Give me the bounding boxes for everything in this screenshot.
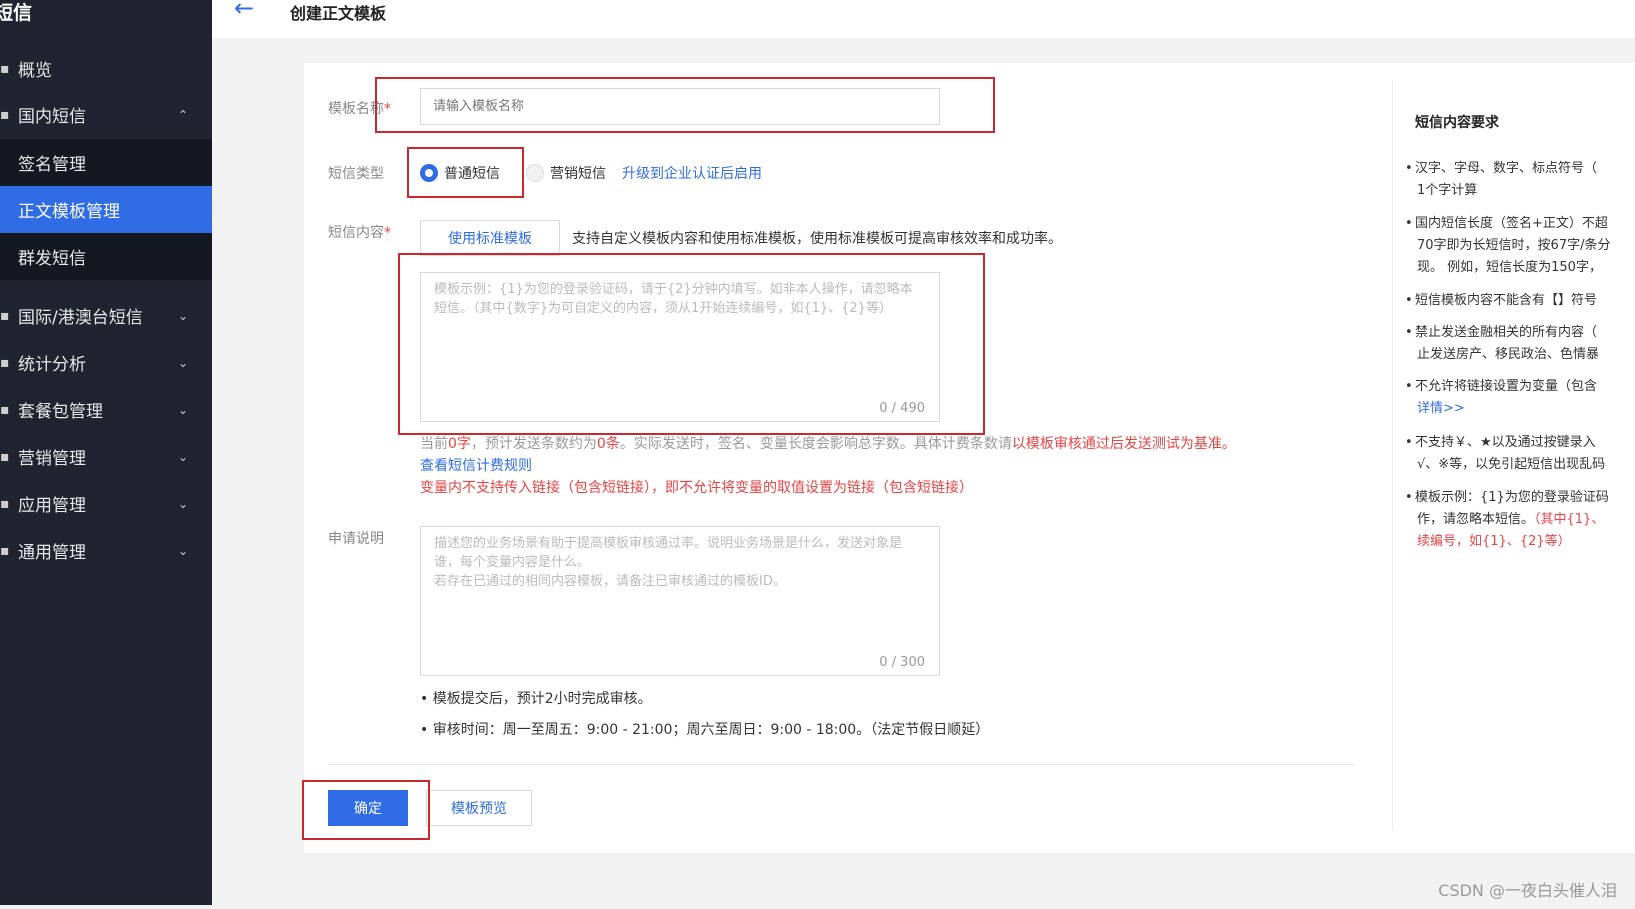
sidebar-item-packages[interactable]: ▪ 套餐包管理 ⌄	[0, 386, 212, 433]
sidebar-item-signature[interactable]: 签名管理	[0, 139, 212, 186]
sidebar-item-label: 概览	[18, 61, 52, 81]
sidebar-item-label: 通用管理	[18, 543, 86, 563]
sidebar-item-general[interactable]: ▪ 通用管理 ⌄	[0, 527, 212, 574]
radio-label: 营销短信	[550, 166, 606, 182]
requirement-item: • 模板示例：{1}为您的登录验证码 作，请忽略本短信。（其中{1}、 续编号，如…	[1405, 490, 1609, 549]
requirement-item: • 禁止发送金融相关的所有内容（ 止发送房产、移民政治、色情暴	[1405, 325, 1600, 362]
sidebar-title: 短信	[0, 2, 33, 24]
requirement-item: • 汉字、字母、数字、标点符号（ 1个字计算	[1405, 161, 1598, 198]
globe-icon: ▪	[0, 307, 10, 324]
sidebar-item-label: 营销管理	[18, 449, 86, 469]
sidebar-item-apps[interactable]: ▪ 应用管理 ⌄	[0, 480, 212, 527]
page-title: 创建正文模板	[290, 4, 387, 23]
chevron-down-icon: ⌄	[177, 449, 188, 464]
billing-rules-link[interactable]: 查看短信计费规则	[420, 455, 532, 475]
chevron-down-icon: ⌄	[177, 355, 188, 370]
watermark: CSDN @一夜白头催人泪	[1438, 881, 1617, 900]
requirement-item: • 短信模板内容不能含有【】符号	[1405, 293, 1598, 308]
highlight-box-confirm	[302, 780, 430, 840]
sidebar-item-label: 国内短信	[18, 107, 86, 127]
sidebar-item-overview[interactable]: ▪ 概览	[0, 45, 212, 92]
requirement-item: • 不支持￥、★以及通过按键录入 √、※等，以免引起短信出现乱码	[1405, 435, 1606, 472]
settings-icon: ▪	[0, 542, 10, 559]
requirement-item: • 不允许将链接设置为变量（包含 详情>>	[1405, 376, 1635, 420]
sidebar-item-domestic-sms[interactable]: ▪ 国内短信 ⌃	[0, 91, 212, 138]
panel-divider	[1392, 80, 1393, 830]
use-standard-template-button[interactable]: 使用标准模板	[420, 220, 560, 256]
chevron-down-icon: ⌄	[177, 496, 188, 511]
sms-stats-text: 当前0字，预计发送条数约为0条。实际发送时，签名、变量长度会影响总字数。具体计费…	[420, 436, 1236, 452]
sidebar-item-template[interactable]: 正文模板管理	[0, 186, 212, 233]
description-placeholder: 描述您的业务场景有助于提高模板审核通过率。说明业务场景是什么，发送对象是谁，每个…	[434, 536, 903, 589]
variable-warning: 变量内不支持传入链接（包含短链接），即不允许将变量的取值设置为链接（包含短链接）	[420, 480, 973, 496]
radio-disabled-icon	[526, 164, 544, 182]
marketing-icon: ▪	[0, 448, 10, 465]
app-icon: ▪	[0, 495, 10, 512]
highlight-box-name	[375, 77, 995, 133]
overview-icon: ▪	[0, 60, 10, 77]
package-icon: ▪	[0, 401, 10, 418]
content-hint: 支持自定义模板内容和使用标准模板，使用标准模板可提高审核效率和成功率。	[572, 231, 1062, 247]
sms-icon: ▪	[0, 106, 10, 123]
description-label: 申请说明	[328, 531, 384, 547]
requirement-item: • 国内短信长度（签名+正文）不超 70字即为长短信时，按67字/条分 现。 例如…	[1405, 216, 1611, 275]
sidebar-item-marketing[interactable]: ▪ 营销管理 ⌄	[0, 433, 212, 480]
sidebar: 短信 ▪ 概览 ▪ 国内短信 ⌃ 签名管理 正文模板管理 群发短信 ▪ 国际/港…	[0, 0, 212, 905]
description-char-count: 0 / 300	[879, 655, 925, 670]
form-divider	[328, 764, 1354, 765]
page-header: ← 创建正文模板	[212, 0, 1635, 38]
template-preview-button[interactable]: 模板预览	[426, 790, 532, 826]
sidebar-item-label: 签名管理	[18, 155, 86, 175]
upgrade-link[interactable]: 升级到企业认证后启用	[622, 163, 762, 183]
sidebar-item-label: 正文模板管理	[18, 202, 120, 222]
sidebar-item-label: 群发短信	[18, 249, 86, 269]
sidebar-item-label: 国际/港澳台短信	[18, 308, 143, 328]
sms-content-label: 短信内容*	[328, 225, 391, 241]
review-note-2: • 审核时间：周一至周五：9:00 - 21:00；周六至周日：9:00 - 1…	[420, 722, 990, 738]
sidebar-item-label: 应用管理	[18, 496, 86, 516]
sidebar-item-statistics[interactable]: ▪ 统计分析 ⌄	[0, 339, 212, 386]
back-arrow-icon[interactable]: ←	[234, 0, 254, 22]
sidebar-item-label: 统计分析	[18, 355, 86, 375]
details-link[interactable]: 详情>>	[1405, 398, 1635, 420]
description-textarea[interactable]: 描述您的业务场景有助于提高模板审核通过率。说明业务场景是什么，发送对象是谁，每个…	[420, 526, 940, 676]
sidebar-item-international[interactable]: ▪ 国际/港澳台短信 ⌄	[0, 292, 212, 339]
radio-marketing-sms[interactable]: 营销短信	[526, 163, 606, 183]
sidebar-item-label: 套餐包管理	[18, 402, 103, 422]
sidebar-item-bulk-sms[interactable]: 群发短信	[0, 233, 212, 280]
chart-icon: ▪	[0, 354, 10, 371]
chevron-down-icon: ⌄	[177, 543, 188, 558]
sms-type-label: 短信类型	[328, 166, 384, 182]
highlight-box-content	[398, 253, 985, 435]
review-note-1: • 模板提交后，预计2小时完成审核。	[420, 691, 652, 707]
chevron-down-icon: ⌄	[177, 308, 188, 323]
chevron-down-icon: ⌄	[177, 402, 188, 417]
requirements-title: 短信内容要求	[1415, 115, 1499, 131]
highlight-box-type	[407, 147, 524, 198]
chevron-up-icon: ⌃	[177, 107, 188, 122]
